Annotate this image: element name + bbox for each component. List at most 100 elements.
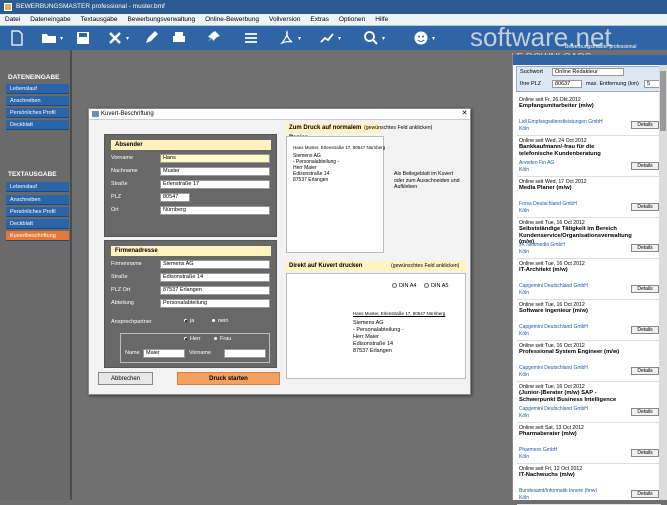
strasse-field[interactable]: Erlenstraße 17: [160, 180, 270, 189]
menu-dateneingabe[interactable]: Dateneingabe: [25, 14, 75, 26]
menu-optionen[interactable]: Optionen: [334, 14, 370, 26]
menu-datei[interactable]: Datei: [0, 14, 25, 26]
radio-dina5-icon: [424, 283, 429, 289]
job-details-button[interactable]: Details: [631, 162, 659, 170]
job-title[interactable]: (Junior-)Berater (m/w) SAP - Schwerpunkt…: [519, 390, 629, 403]
plz-search-input[interactable]: 80637: [552, 80, 582, 88]
job-details-button[interactable]: Details: [631, 408, 659, 416]
sidebar-item-out-profil[interactable]: Persönliches Profil: [6, 207, 69, 217]
job-list-item[interactable]: Online seit Sat, 13 Oct 2012 Pharmaberate…: [517, 423, 661, 464]
edit-pen-icon[interactable]: [140, 28, 162, 48]
abteilung-label: Abteilung: [111, 300, 134, 306]
nein-label: nein: [218, 318, 229, 324]
nachname-field[interactable]: Muster: [160, 167, 270, 176]
job-title[interactable]: Empfangsmitarbeiter (m/w): [519, 103, 629, 110]
job-details-button[interactable]: Details: [631, 121, 659, 129]
job-details-button[interactable]: Details: [631, 203, 659, 211]
open-folder-icon[interactable]: [38, 28, 60, 48]
job-company: Lidl Empfangsdienstleistungen GmbH: [519, 119, 603, 125]
vorname-ap-field[interactable]: [224, 349, 266, 358]
search-dropdown-icon[interactable]: ▾: [382, 35, 385, 42]
ort-field[interactable]: Nürnberg: [160, 206, 270, 215]
din-a5-radio[interactable]: DIN A5: [424, 283, 448, 289]
search-icon[interactable]: [360, 28, 382, 48]
sidebar-item-profil[interactable]: Persönliches Profil: [6, 108, 69, 118]
plz-search-label: Ihre PLZ: [520, 81, 542, 87]
plz-ort-field[interactable]: 87537 Erlangen: [160, 286, 270, 295]
job-title[interactable]: IT-Nachwuchs (m/w): [519, 472, 629, 479]
plz-field[interactable]: 80547: [160, 193, 190, 202]
watermark-product: Bewerbungsmaster professional: [565, 44, 637, 50]
save-icon[interactable]: [72, 28, 94, 48]
ansprech-nein-radio[interactable]: nein: [211, 318, 228, 324]
search-label: Suchwort: [520, 69, 543, 75]
firmenname-label: Firmenname: [111, 261, 142, 267]
job-list-item[interactable]: Online seit Tue, 16 Oct 2012 Software Ing…: [517, 300, 661, 341]
job-city: Köln: [519, 454, 530, 460]
job-title[interactable]: Software Ingenieur (m/w): [519, 308, 629, 315]
job-details-button[interactable]: Details: [631, 285, 659, 293]
envelope-preview[interactable]: DIN A4 DIN A5 Hans Muster, Erlenstraße 1…: [286, 273, 466, 379]
print-button[interactable]: Druck starten: [177, 372, 280, 385]
job-title[interactable]: Bankkaufmann/-frau für die telefonische …: [519, 144, 629, 157]
job-details-button[interactable]: Details: [631, 449, 659, 457]
job-list-item[interactable]: Online seit Tue, 16 Oct 2012 IT-Architekt…: [517, 259, 661, 300]
ansprechpartner-box: Herr Frau Name Maier Vorname: [120, 333, 270, 363]
smiley-icon[interactable]: [410, 28, 432, 48]
job-details-button[interactable]: Details: [631, 244, 659, 252]
job-list-item[interactable]: Online seit Fri, 12 Oct 2012 IT-Nachwuchs…: [517, 464, 661, 505]
job-details-button[interactable]: Details: [631, 326, 659, 334]
sidebar-item-lebenslauf[interactable]: Lebenslauf: [6, 84, 69, 94]
close-icon[interactable]: ✕: [460, 110, 469, 118]
sidebar-item-out-lebenslauf[interactable]: Lebenslauf: [6, 182, 69, 192]
print-icon[interactable]: [168, 28, 190, 48]
list-icon[interactable]: [240, 28, 262, 48]
firmenname-field[interactable]: Siemens AG: [160, 260, 270, 269]
normal-paper-preview[interactable]: Hans Muster, Erlenstraße 17, 80547 Nürnb…: [286, 136, 385, 253]
job-details-button[interactable]: Details: [631, 367, 659, 375]
job-list-item[interactable]: Online seit Fr, 26.Okt.2012 Empfangsmitar…: [517, 95, 661, 136]
vorname-field[interactable]: Hans: [160, 154, 270, 163]
frau-radio[interactable]: Frau: [213, 336, 231, 342]
pin-icon[interactable]: [204, 28, 226, 48]
sidebar-item-anschreiben[interactable]: Anschreiben: [6, 96, 69, 106]
din-a4-radio[interactable]: DIN A4: [392, 283, 416, 289]
open-dropdown-icon[interactable]: ▾: [60, 35, 63, 42]
export-dropdown-icon[interactable]: ▾: [338, 35, 341, 42]
job-title[interactable]: Pharmaberater (m/w): [519, 431, 629, 438]
job-list-item[interactable]: Online seit Tue, 16 Oct 2012 (Junior-)Ber…: [517, 382, 661, 423]
job-list-item[interactable]: Online seit Tue, 16 Oct 2012 Selbstständi…: [517, 218, 661, 259]
menu-vollversion[interactable]: Vollversion: [264, 14, 305, 26]
delete-dropdown-icon[interactable]: ▾: [126, 35, 129, 42]
menu-extras[interactable]: Extras: [305, 14, 333, 26]
job-title[interactable]: Media Planer (m/w): [519, 185, 629, 192]
job-list-item[interactable]: Online seit Tue, 16 Oct 2012 Professional…: [517, 341, 661, 382]
job-list-item[interactable]: Online seit Wed, 24 Oct 2012 Bankkaufmann…: [517, 136, 661, 177]
job-title[interactable]: Professional System Engineer (m/w): [519, 349, 629, 356]
ansprech-ja-radio[interactable]: ja: [183, 318, 194, 324]
pdf-icon[interactable]: [276, 28, 298, 48]
new-document-icon[interactable]: [6, 28, 28, 48]
menu-textausgabe[interactable]: Textausgabe: [76, 14, 123, 26]
menu-online-bewerbung[interactable]: Online-Bewerbung: [200, 14, 264, 26]
abteilung-field[interactable]: Personalabteilung: [160, 299, 270, 308]
herr-radio[interactable]: Herr: [183, 336, 201, 342]
firma-strasse-field[interactable]: Edisonstraße 14: [160, 273, 270, 282]
name-field[interactable]: Maier: [143, 349, 185, 358]
cancel-button[interactable]: Abbrechen: [98, 372, 153, 385]
sidebar-item-out-anschreiben[interactable]: Anschreiben: [6, 195, 69, 205]
sidebar-item-deckblatt[interactable]: Deckblatt: [6, 120, 69, 130]
export-icon[interactable]: [316, 28, 338, 48]
menu-hilfe[interactable]: Hilfe: [370, 14, 393, 26]
search-input[interactable]: Online Redakteur: [552, 68, 624, 76]
job-title[interactable]: IT-Architekt (m/w): [519, 267, 629, 274]
job-list-item[interactable]: Online seit Wed, 17 Oct 2012 Media Planer…: [517, 177, 661, 218]
sidebar-item-out-deckblatt[interactable]: Deckblatt: [6, 219, 69, 229]
pdf-dropdown-icon[interactable]: ▾: [298, 35, 301, 42]
smiley-dropdown-icon[interactable]: ▾: [432, 35, 435, 42]
sidebar-item-kuvertbeschriftung[interactable]: Kuvertbeschriftung: [6, 231, 69, 241]
menu-bewerbungsverwaltung[interactable]: Bewerbungsverwaltung: [123, 14, 201, 26]
delete-icon[interactable]: [104, 28, 126, 48]
job-details-button[interactable]: Details: [631, 490, 659, 498]
job-list-scrollbar-thumb[interactable]: [660, 71, 666, 131]
